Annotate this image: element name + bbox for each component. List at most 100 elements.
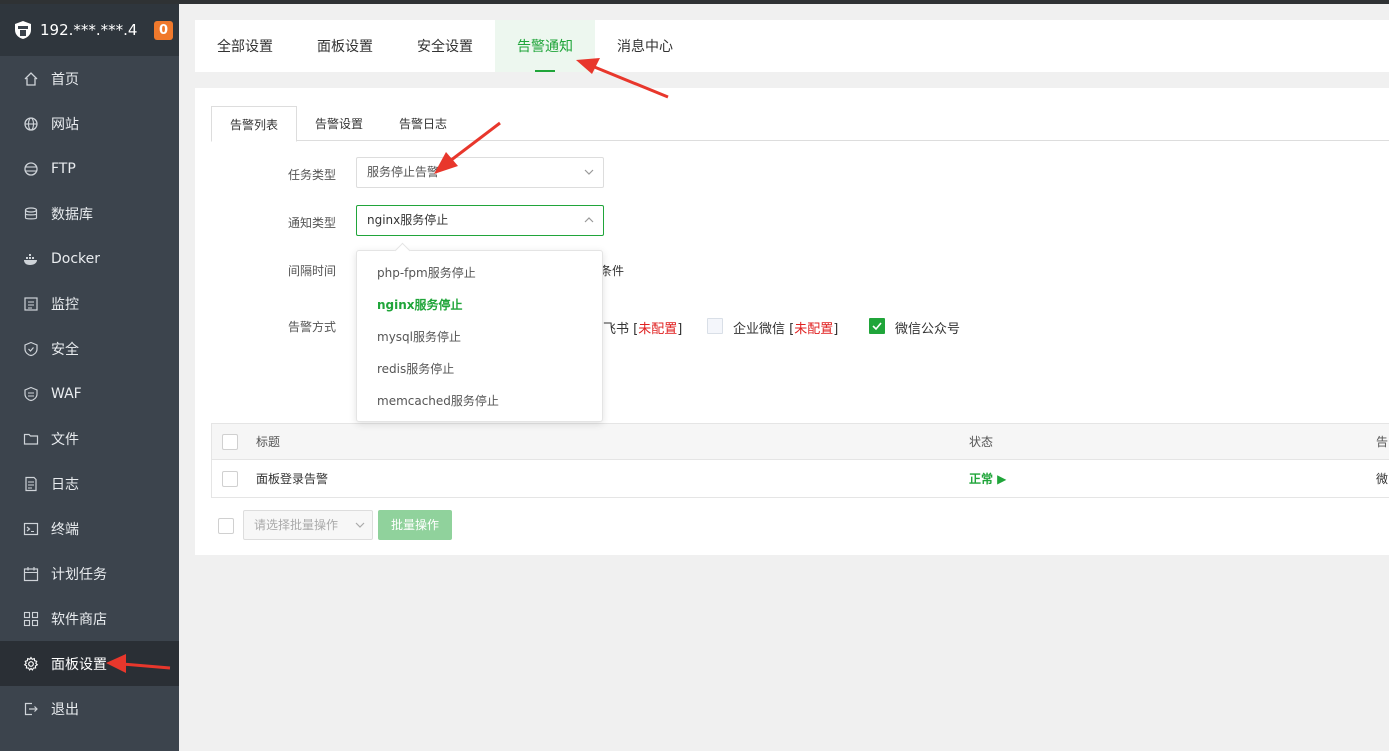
waf-shield-icon — [23, 386, 39, 402]
method-wecom-label: 企业微信 — [733, 322, 786, 337]
globe-icon — [23, 116, 39, 132]
sidebar-item-database[interactable]: 数据库 — [0, 191, 179, 236]
sidebar-item-label: 安全 — [51, 341, 79, 358]
tab-message-center[interactable]: 消息中心 — [595, 20, 695, 72]
method-feishu-label: 飞书 — [603, 322, 630, 337]
sidebar-item-label: 监控 — [51, 296, 79, 313]
tab-all-settings[interactable]: 全部设置 — [195, 20, 295, 72]
shield-icon — [23, 341, 39, 357]
sidebar-item-security[interactable]: 安全 — [0, 326, 179, 371]
sidebar-item-label: 文件 — [51, 431, 79, 448]
sidebar-item-logs[interactable]: 日志 — [0, 461, 179, 506]
wecom-checkbox[interactable] — [707, 318, 723, 334]
subtab-alert-log[interactable]: 告警日志 — [381, 106, 465, 141]
sidebar-header: 192.***.***.4 0 — [0, 4, 179, 56]
wechat-mp-checkbox[interactable] — [869, 318, 885, 334]
chevron-up-icon — [584, 217, 594, 223]
dropdown-option[interactable]: redis服务停止 — [357, 353, 602, 385]
sidebar-item-label: FTP — [51, 160, 76, 177]
sidebar-item-docker[interactable]: Docker — [0, 236, 179, 281]
row-checkbox[interactable] — [222, 470, 238, 487]
tab-alert-notification[interactable]: 告警通知 — [495, 20, 595, 72]
batch-operation-button[interactable]: 批量操作 — [378, 510, 452, 540]
sidebar-item-logout[interactable]: 退出 — [0, 686, 179, 731]
row-method: 微 — [1376, 472, 1389, 486]
database-icon — [23, 206, 39, 222]
header-method: 告 — [1376, 435, 1389, 449]
sidebar-item-label: 日志 — [51, 476, 79, 493]
chevron-down-icon — [584, 169, 594, 175]
header-status: 状态 — [969, 435, 994, 449]
sidebar-item-label: Docker — [51, 250, 101, 267]
sidebar-item-ftp[interactable]: FTP — [0, 146, 179, 191]
sidebar-item-files[interactable]: 文件 — [0, 416, 179, 461]
home-icon — [23, 71, 39, 87]
task-type-value: 服务停止告警 — [367, 165, 440, 179]
sidebar-item-label: 软件商店 — [51, 611, 107, 628]
folder-icon — [23, 431, 39, 447]
notify-type-select[interactable]: nginx服务停止 — [356, 205, 604, 236]
alert-method-label: 告警方式 — [288, 320, 337, 334]
sidebar-item-label: 退出 — [51, 701, 79, 718]
subtab-alert-list[interactable]: 告警列表 — [211, 106, 297, 142]
interval-label: 间隔时间 — [288, 264, 337, 278]
settings-tabs: 全部设置 面板设置 安全设置 告警通知 消息中心 — [195, 20, 1389, 72]
chevron-down-icon — [355, 522, 365, 528]
interval-condition-text: 条件 — [600, 264, 625, 278]
method-wecom: 企业微信 [未配置] — [733, 322, 839, 337]
notify-type-label: 通知类型 — [288, 216, 337, 230]
batch-select-placeholder: 请选择批量操作 — [254, 518, 339, 532]
task-type-select[interactable]: 服务停止告警 — [356, 157, 604, 188]
select-all-checkbox[interactable] — [222, 433, 238, 450]
sidebar-item-app-store[interactable]: 软件商店 — [0, 596, 179, 641]
dropdown-option-selected[interactable]: nginx服务停止 — [357, 289, 602, 321]
sidebar-item-cron[interactable]: 计划任务 — [0, 551, 179, 596]
subtab-alert-settings[interactable]: 告警设置 — [297, 106, 381, 141]
sidebar-item-label: 网站 — [51, 116, 79, 133]
tab-panel-settings[interactable]: 面板设置 — [295, 20, 395, 72]
task-type-label: 任务类型 — [288, 168, 337, 182]
method-wechat-mp-label: 微信公众号 — [895, 322, 961, 337]
window-top-strip — [0, 0, 1389, 4]
check-icon — [872, 322, 882, 331]
method-feishu[interactable]: 飞书 [未配置] — [603, 318, 682, 337]
sidebar-item-waf[interactable]: WAF — [0, 371, 179, 416]
sidebar-item-label: 计划任务 — [51, 566, 107, 583]
sidebar: 192.***.***.4 0 首页 网站 FTP 数据库 Docker 监控 … — [0, 4, 179, 751]
sidebar-item-label: 终端 — [51, 521, 79, 538]
notification-badge[interactable]: 0 — [154, 21, 173, 40]
sidebar-item-label: 面板设置 — [51, 656, 107, 673]
sidebar-item-website[interactable]: 网站 — [0, 101, 179, 146]
logout-icon — [23, 701, 39, 717]
method-wecom-status: 未配置 — [794, 322, 834, 337]
ftp-globe-icon — [23, 161, 39, 177]
batch-select-checkbox[interactable] — [218, 518, 234, 534]
sidebar-item-label: 数据库 — [51, 206, 93, 223]
row-status[interactable]: 正常 ▶ — [969, 460, 1006, 497]
notify-type-dropdown: php-fpm服务停止 nginx服务停止 mysql服务停止 redis服务停… — [356, 250, 603, 422]
sidebar-item-label: 首页 — [51, 71, 79, 88]
header-title: 标题 — [256, 435, 281, 449]
table-header: 标题 状态 告 — [212, 424, 1389, 460]
sidebar-item-monitor[interactable]: 监控 — [0, 281, 179, 326]
batch-operation-select[interactable]: 请选择批量操作 — [243, 510, 373, 540]
dropdown-option[interactable]: mysql服务停止 — [357, 321, 602, 353]
sidebar-item-panel-settings[interactable]: 面板设置 — [0, 641, 179, 686]
server-ip: 192.***.***.4 — [40, 21, 138, 39]
sidebar-item-terminal[interactable]: 终端 — [0, 506, 179, 551]
tab-security-settings[interactable]: 安全设置 — [395, 20, 495, 72]
calendar-icon — [23, 566, 39, 582]
monitor-icon — [23, 296, 39, 312]
bt-logo-icon — [15, 21, 31, 39]
dropdown-option[interactable]: php-fpm服务停止 — [357, 257, 602, 289]
table-row[interactable]: 面板登录告警 正常 ▶ 微 — [212, 460, 1389, 497]
log-icon — [23, 476, 39, 492]
terminal-icon — [23, 521, 39, 537]
notify-type-value: nginx服务停止 — [367, 213, 449, 227]
sidebar-item-home[interactable]: 首页 — [0, 56, 179, 101]
alert-sub-tabs: 告警列表 告警设置 告警日志 — [211, 106, 1389, 142]
dropdown-option[interactable]: memcached服务停止 — [357, 385, 602, 417]
sidebar-item-label: WAF — [51, 385, 82, 402]
method-feishu-status: 未配置 — [638, 322, 678, 337]
row-title: 面板登录告警 — [256, 472, 329, 486]
